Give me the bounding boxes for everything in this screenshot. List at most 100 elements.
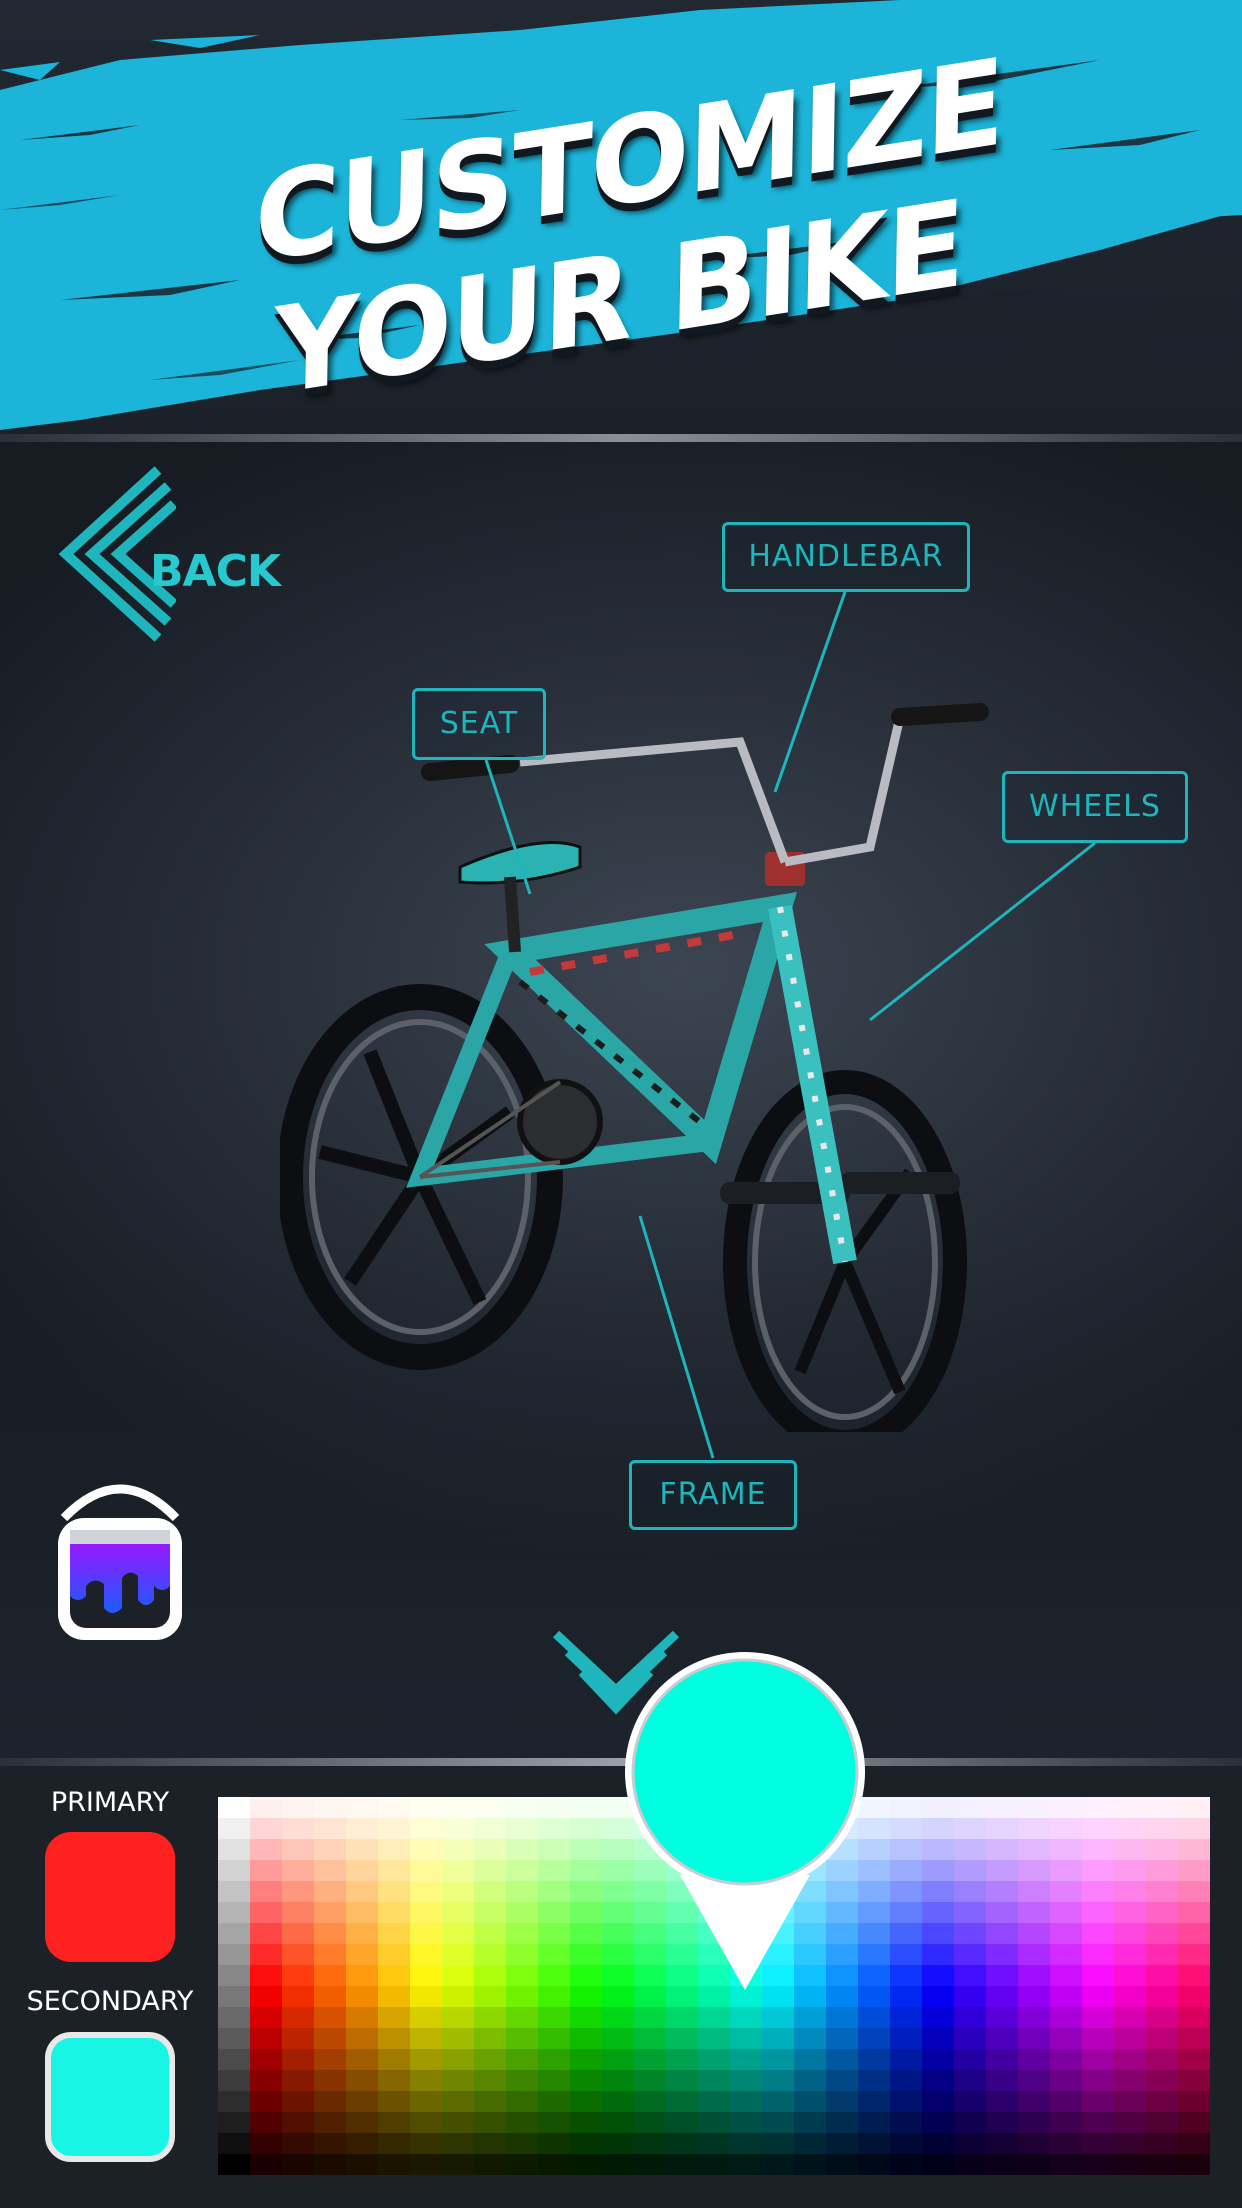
palette-cell[interactable] (506, 2154, 538, 2175)
palette-cell[interactable] (378, 1860, 410, 1881)
palette-cell[interactable] (634, 2028, 666, 2049)
palette-cell[interactable] (282, 2007, 314, 2028)
palette-cell[interactable] (442, 1881, 474, 1902)
palette-cell[interactable] (922, 2028, 954, 2049)
palette-cell[interactable] (410, 1986, 442, 2007)
palette-cell[interactable] (762, 2028, 794, 2049)
palette-cell[interactable] (1146, 2049, 1178, 2070)
palette-cell[interactable] (666, 2007, 698, 2028)
palette-cell[interactable] (762, 2112, 794, 2133)
palette-cell[interactable] (1114, 1839, 1146, 1860)
palette-cell[interactable] (538, 2028, 570, 2049)
palette-cell[interactable] (1082, 1965, 1114, 1986)
palette-cell[interactable] (442, 1944, 474, 1965)
palette-cell[interactable] (922, 1797, 954, 1818)
palette-cell[interactable] (474, 2070, 506, 2091)
palette-cell[interactable] (890, 1902, 922, 1923)
palette-cell[interactable] (538, 2154, 570, 2175)
palette-cell[interactable] (1146, 1923, 1178, 1944)
palette-cell[interactable] (1114, 1944, 1146, 1965)
palette-cell[interactable] (986, 2133, 1018, 2154)
palette-cell[interactable] (442, 2049, 474, 2070)
palette-cell[interactable] (1018, 1965, 1050, 1986)
palette-cell[interactable] (282, 2028, 314, 2049)
palette-cell[interactable] (922, 2070, 954, 2091)
palette-cell[interactable] (954, 2049, 986, 2070)
palette-cell[interactable] (506, 2049, 538, 2070)
palette-cell[interactable] (506, 1923, 538, 1944)
palette-cell[interactable] (922, 2091, 954, 2112)
palette-cell[interactable] (1082, 2070, 1114, 2091)
palette-cell[interactable] (1050, 1881, 1082, 1902)
palette-cell[interactable] (794, 2133, 826, 2154)
palette-cell[interactable] (1114, 2091, 1146, 2112)
palette-cell[interactable] (986, 1818, 1018, 1839)
palette-cell[interactable] (826, 2007, 858, 2028)
palette-cell[interactable] (1050, 1839, 1082, 1860)
palette-cell[interactable] (570, 2154, 602, 2175)
palette-cell[interactable] (442, 2154, 474, 2175)
palette-cell[interactable] (538, 2049, 570, 2070)
palette-cell[interactable] (218, 1923, 250, 1944)
palette-cell[interactable] (858, 2028, 890, 2049)
palette-cell[interactable] (1146, 2007, 1178, 2028)
palette-cell[interactable] (1178, 1797, 1210, 1818)
palette-cell[interactable] (474, 1881, 506, 1902)
palette-cell[interactable] (666, 2028, 698, 2049)
palette-cell[interactable] (474, 2091, 506, 2112)
palette-cell[interactable] (666, 2049, 698, 2070)
palette-cell[interactable] (442, 2133, 474, 2154)
palette-cell[interactable] (570, 1860, 602, 1881)
palette-cell[interactable] (762, 2070, 794, 2091)
palette-cell[interactable] (346, 1881, 378, 1902)
palette-cell[interactable] (1050, 1923, 1082, 1944)
palette-cell[interactable] (890, 2091, 922, 2112)
palette-cell[interactable] (1018, 2049, 1050, 2070)
palette-cell[interactable] (858, 2049, 890, 2070)
palette-cell[interactable] (730, 2028, 762, 2049)
palette-cell[interactable] (794, 2049, 826, 2070)
palette-cell[interactable] (378, 1986, 410, 2007)
palette-cell[interactable] (1082, 1860, 1114, 1881)
palette-cell[interactable] (698, 2133, 730, 2154)
palette-cell[interactable] (1146, 1965, 1178, 1986)
palette-cell[interactable] (1178, 1944, 1210, 1965)
palette-cell[interactable] (1114, 1986, 1146, 2007)
palette-cell[interactable] (1018, 1986, 1050, 2007)
palette-cell[interactable] (442, 2112, 474, 2133)
palette-cell[interactable] (410, 1860, 442, 1881)
palette-cell[interactable] (282, 1923, 314, 1944)
palette-cell[interactable] (1050, 2091, 1082, 2112)
palette-cell[interactable] (954, 2007, 986, 2028)
palette-cell[interactable] (1050, 1965, 1082, 1986)
palette-cell[interactable] (282, 1839, 314, 1860)
palette-cell[interactable] (986, 1881, 1018, 1902)
palette-cell[interactable] (314, 2007, 346, 2028)
palette-cell[interactable] (506, 2028, 538, 2049)
palette-cell[interactable] (314, 1839, 346, 1860)
palette-cell[interactable] (1178, 1818, 1210, 1839)
palette-cell[interactable] (986, 2154, 1018, 2175)
palette-cell[interactable] (986, 1923, 1018, 1944)
palette-cell[interactable] (1146, 1944, 1178, 1965)
palette-cell[interactable] (570, 1923, 602, 1944)
palette-cell[interactable] (314, 2154, 346, 2175)
palette-cell[interactable] (410, 1965, 442, 1986)
palette-cell[interactable] (1146, 1839, 1178, 1860)
palette-cell[interactable] (1050, 1818, 1082, 1839)
palette-cell[interactable] (634, 2154, 666, 2175)
palette-cell[interactable] (634, 2112, 666, 2133)
palette-cell[interactable] (410, 2007, 442, 2028)
palette-cell[interactable] (282, 2049, 314, 2070)
palette-cell[interactable] (282, 1986, 314, 2007)
palette-cell[interactable] (570, 1797, 602, 1818)
palette-cell[interactable] (986, 2007, 1018, 2028)
palette-cell[interactable] (698, 2070, 730, 2091)
palette-cell[interactable] (442, 2070, 474, 2091)
palette-cell[interactable] (314, 2133, 346, 2154)
palette-cell[interactable] (378, 1839, 410, 1860)
palette-cell[interactable] (474, 2112, 506, 2133)
palette-cell[interactable] (474, 2007, 506, 2028)
palette-cell[interactable] (954, 1923, 986, 1944)
palette-cell[interactable] (378, 2028, 410, 2049)
